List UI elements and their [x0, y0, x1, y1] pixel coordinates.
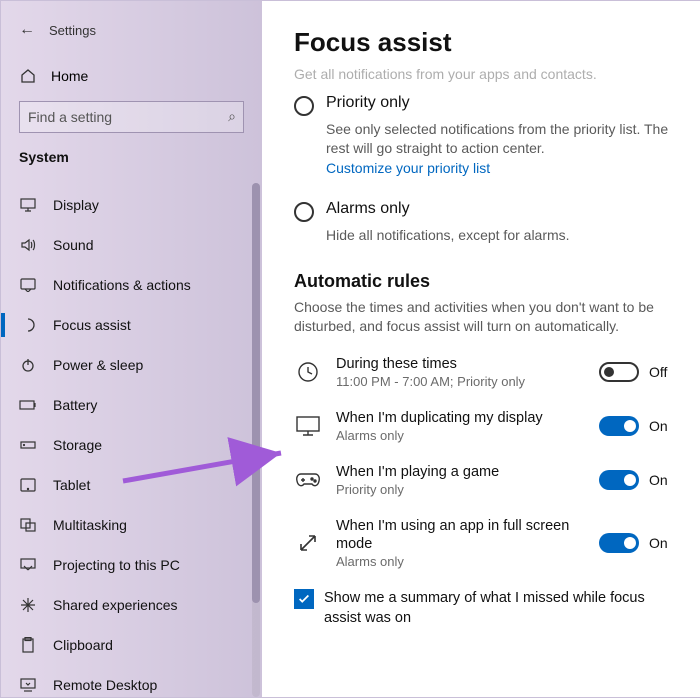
- sidebar-item-label: Multitasking: [53, 517, 127, 533]
- search-wrap: ⌕: [19, 101, 244, 133]
- radio-desc: See only selected notifications from the…: [326, 120, 673, 158]
- sidebar-item-label: Projecting to this PC: [53, 557, 180, 573]
- home-icon: [19, 68, 37, 84]
- radio-icon[interactable]: [294, 96, 314, 116]
- scroll-thumb[interactable]: [252, 183, 260, 603]
- sidebar-item-label: Notifications & actions: [53, 277, 191, 293]
- sidebar-item-focus[interactable]: Focus assist: [19, 305, 244, 345]
- sidebar-item-sound[interactable]: Sound: [19, 225, 244, 265]
- multitasking-icon: [19, 518, 37, 532]
- radio-1[interactable]: Alarms only: [294, 200, 673, 222]
- radio-label: Alarms only: [326, 200, 410, 222]
- radio-label: Priority only: [326, 94, 410, 116]
- search-input[interactable]: [19, 101, 244, 133]
- rule-toggle-label: On: [649, 535, 673, 551]
- sidebar-item-label: Display: [53, 197, 99, 213]
- projecting-icon: [19, 558, 37, 572]
- radio-icon[interactable]: [294, 202, 314, 222]
- sidebar-item-shared[interactable]: Shared experiences: [19, 585, 244, 625]
- rule-title: When I'm duplicating my display: [336, 409, 585, 427]
- sidebar-item-label: Tablet: [53, 477, 90, 493]
- rule-toggle-label: Off: [649, 364, 673, 380]
- app-title: Settings: [49, 23, 96, 38]
- rule-sub: Priority only: [336, 482, 585, 497]
- automatic-rules-desc: Choose the times and activities when you…: [294, 298, 654, 337]
- rule-sub: Alarms only: [336, 428, 585, 443]
- rule-sub: Alarms only: [336, 554, 585, 569]
- rule-toggle[interactable]: [599, 416, 639, 436]
- content: Focus assist Get all notifications from …: [262, 1, 700, 697]
- rule-title: During these times: [336, 355, 585, 373]
- rule-title: When I'm using an app in full screen mod…: [336, 517, 585, 553]
- rule-toggle-label: On: [649, 418, 673, 434]
- summary-checkbox-row[interactable]: Show me a summary of what I missed while…: [294, 589, 673, 628]
- home-label: Home: [51, 68, 88, 84]
- monitor-icon: [294, 412, 322, 440]
- sidebar-item-label: Focus assist: [53, 317, 131, 333]
- display-icon: [19, 198, 37, 212]
- customize-priority-link[interactable]: Customize your priority list: [326, 160, 490, 176]
- remote-icon: [19, 678, 37, 692]
- sidebar-item-power[interactable]: Power & sleep: [19, 345, 244, 385]
- nav-list: Display Sound Notifications & actions Focus…: [19, 185, 244, 698]
- clock-icon: [294, 358, 322, 386]
- shared-icon: [19, 597, 37, 613]
- sound-icon: [19, 238, 37, 252]
- sidebar-item-label: Clipboard: [53, 637, 113, 653]
- summary-checkbox-label: Show me a summary of what I missed while…: [324, 589, 654, 628]
- radio-desc: Hide all notifications, except for alarm…: [326, 226, 673, 245]
- rule-monitor[interactable]: When I'm duplicating my displayAlarms on…: [294, 409, 673, 443]
- sidebar-item-storage[interactable]: Storage: [19, 425, 244, 465]
- sidebar-item-label: Power & sleep: [53, 357, 143, 373]
- sidebar: ← Settings Home ⌕ System Display Sound Not…: [1, 1, 262, 697]
- fullscreen-icon: [294, 529, 322, 557]
- clipboard-icon: [19, 637, 37, 653]
- sidebar-item-label: Storage: [53, 437, 102, 453]
- settings-window: ← Settings Home ⌕ System Display Sound Not…: [0, 0, 700, 698]
- sidebar-scrollbar[interactable]: [250, 183, 262, 697]
- sidebar-item-battery[interactable]: Battery: [19, 385, 244, 425]
- battery-icon: [19, 399, 37, 411]
- sidebar-item-multitasking[interactable]: Multitasking: [19, 505, 244, 545]
- rule-toggle[interactable]: [599, 362, 639, 382]
- sidebar-item-label: Remote Desktop: [53, 677, 157, 693]
- sidebar-item-remote[interactable]: Remote Desktop: [19, 665, 244, 698]
- rule-clock[interactable]: During these times11:00 PM - 7:00 AM; Pr…: [294, 355, 673, 389]
- radio-0[interactable]: Priority only: [294, 94, 673, 116]
- rule-fullscreen[interactable]: When I'm using an app in full screen mod…: [294, 517, 673, 569]
- automatic-rules-heading: Automatic rules: [294, 271, 673, 292]
- sidebar-item-display[interactable]: Display: [19, 185, 244, 225]
- tablet-icon: [19, 478, 37, 492]
- rule-toggle[interactable]: [599, 533, 639, 553]
- storage-icon: [19, 439, 37, 451]
- power-icon: [19, 357, 37, 373]
- sidebar-home[interactable]: Home: [19, 61, 244, 91]
- notifications-icon: [19, 278, 37, 292]
- rule-sub: 11:00 PM - 7:00 AM; Priority only: [336, 374, 585, 389]
- sidebar-item-projecting[interactable]: Projecting to this PC: [19, 545, 244, 585]
- game-icon: [294, 466, 322, 494]
- sidebar-item-notifications[interactable]: Notifications & actions: [19, 265, 244, 305]
- cutoff-option-desc: Get all notifications from your apps and…: [294, 66, 673, 82]
- sidebar-item-label: Shared experiences: [53, 597, 178, 613]
- check-icon: [297, 592, 311, 606]
- sidebar-group-header: System: [19, 149, 244, 165]
- rule-title: When I'm playing a game: [336, 463, 585, 481]
- page-title: Focus assist: [294, 27, 673, 58]
- back-icon[interactable]: ←: [19, 21, 35, 39]
- focus-icon: [19, 317, 37, 333]
- sidebar-item-clipboard[interactable]: Clipboard: [19, 625, 244, 665]
- rule-toggle[interactable]: [599, 470, 639, 490]
- sidebar-item-tablet[interactable]: Tablet: [19, 465, 244, 505]
- summary-checkbox[interactable]: [294, 589, 314, 609]
- rule-game[interactable]: When I'm playing a gamePriority only On: [294, 463, 673, 497]
- sidebar-item-label: Battery: [53, 397, 97, 413]
- sidebar-item-label: Sound: [53, 237, 93, 253]
- rule-toggle-label: On: [649, 472, 673, 488]
